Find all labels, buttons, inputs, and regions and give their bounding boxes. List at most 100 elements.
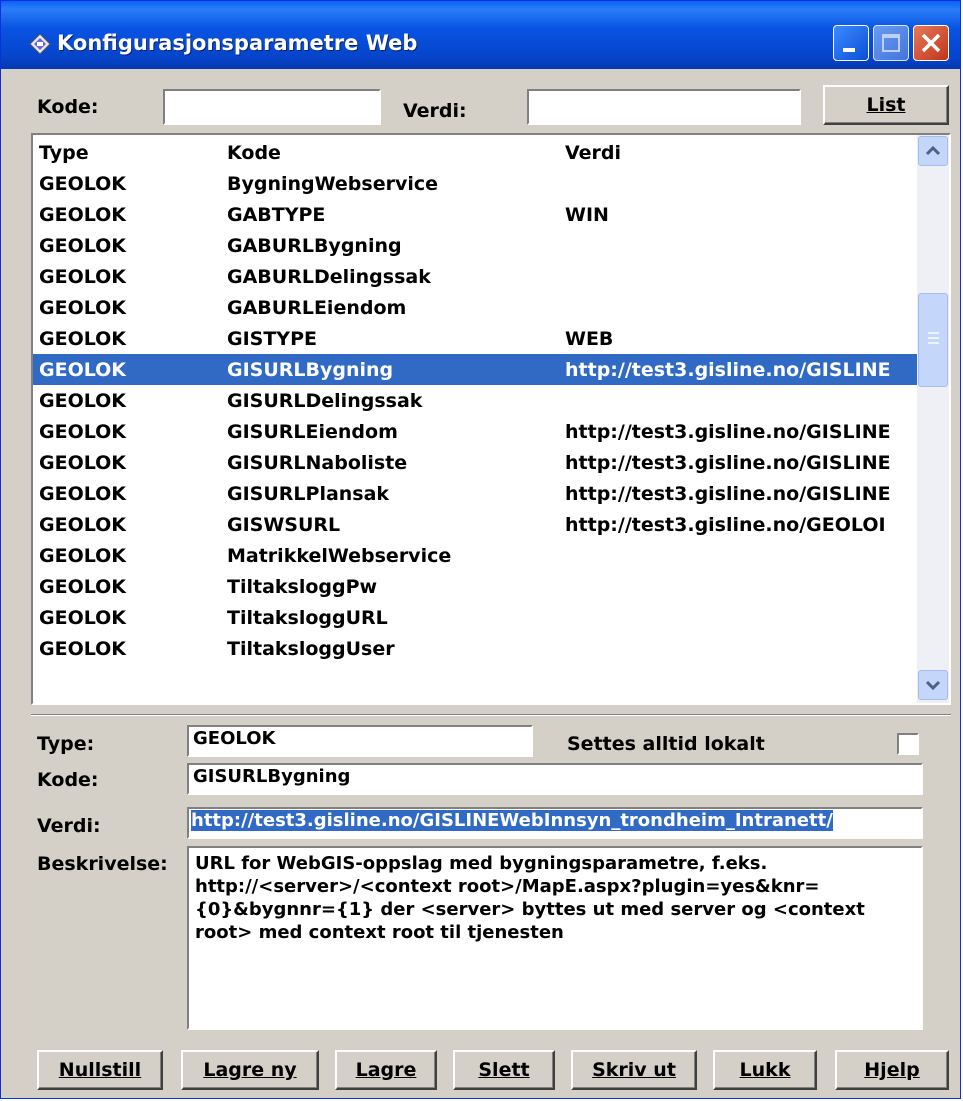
detail-type-input[interactable]: GEOLOK <box>187 725 533 757</box>
list-header: Type Kode Verdi <box>33 135 917 167</box>
cell-kode: TiltaksloggPw <box>227 576 378 598</box>
cell-type: GEOLOK <box>39 173 127 195</box>
cell-kode: GABTYPE <box>227 204 326 226</box>
lagre-ny-button[interactable]: Lagre ny <box>181 1050 319 1090</box>
filter-kode-label: Kode: <box>37 96 99 118</box>
detail-beskrivelse-textarea[interactable]: URL for WebGIS-oppslag med bygningsparam… <box>187 846 923 1030</box>
cell-kode: MatrikkelWebservice <box>227 545 452 567</box>
cell-type: GEOLOK <box>39 235 127 257</box>
table-row[interactable]: GEOLOK GISURLPlansak http://test3.gisline.… <box>33 478 917 509</box>
table-row[interactable]: GEOLOK GABTYPE WIN <box>33 199 917 230</box>
lukk-button[interactable]: Lukk <box>713 1050 817 1090</box>
lokalt-label: Settes alltid lokalt <box>567 733 765 755</box>
table-row[interactable]: GEOLOK GABURLDelingssak <box>33 261 917 292</box>
slett-button[interactable]: Slett <box>453 1050 555 1090</box>
app-icon <box>29 33 51 55</box>
cell-type: GEOLOK <box>39 421 127 443</box>
cell-verdi: WEB <box>565 328 614 350</box>
close-button[interactable] <box>913 25 949 61</box>
cell-kode: GISTYPE <box>227 328 317 350</box>
cell-verdi: http://test3.gisline.no/GISLINE <box>565 421 891 443</box>
minimize-button[interactable] <box>833 25 869 61</box>
cell-verdi: http://test3.gisline.no/GISLINE <box>565 483 891 505</box>
close-icon <box>921 33 941 53</box>
filter-verdi-input[interactable] <box>527 89 801 125</box>
detail-verdi-input[interactable]: http://test3.gisline.no/GISLINEWebInnsyn… <box>187 807 923 839</box>
cell-verdi: http://test3.gisline.no/GISLINE <box>565 452 891 474</box>
detail-kode-input[interactable]: GISURLBygning <box>187 763 923 795</box>
table-row[interactable]: GEOLOK GABURLBygning <box>33 230 917 261</box>
config-window: Konfigurasjonsparametre Web Kode: Verdi:… <box>0 0 961 1099</box>
filter-verdi-label: Verdi: <box>403 100 467 122</box>
window-title: Konfigurasjonsparametre Web <box>57 31 418 55</box>
table-row[interactable]: GEOLOK BygningWebservice <box>33 168 917 199</box>
table-row[interactable]: GEOLOK GISTYPE WEB <box>33 323 917 354</box>
header-kode[interactable]: Kode <box>227 142 281 164</box>
cell-type: GEOLOK <box>39 545 127 567</box>
hjelp-button[interactable]: Hjelp <box>835 1050 949 1090</box>
cell-verdi: http://test3.gisline.no/GEOLOI <box>565 514 886 536</box>
lokalt-checkbox[interactable] <box>897 733 919 755</box>
cell-type: GEOLOK <box>39 576 127 598</box>
table-row[interactable]: GEOLOK TiltaksloggPw <box>33 571 917 602</box>
table-row[interactable]: GEOLOK GISURLDelingssak <box>33 385 917 416</box>
table-row[interactable]: GEOLOK GISURLBygning http://test3.gisline.… <box>33 354 917 385</box>
cell-verdi: WIN <box>565 204 609 226</box>
chevron-down-icon <box>925 680 941 691</box>
cell-kode: GISURLPlansak <box>227 483 390 505</box>
cell-type: GEOLOK <box>39 328 127 350</box>
cell-kode: GABURLBygning <box>227 235 402 257</box>
header-type[interactable]: Type <box>39 142 89 164</box>
cell-type: GEOLOK <box>39 266 127 288</box>
cell-type: GEOLOK <box>39 204 127 226</box>
detail-verdi-label: Verdi: <box>37 815 101 837</box>
table-row[interactable]: GEOLOK TiltaksloggUser <box>33 633 917 664</box>
table-row[interactable]: GEOLOK GABURLEiendom <box>33 292 917 323</box>
detail-beskrivelse-label: Beskrivelse: <box>37 853 168 875</box>
table-row[interactable]: GEOLOK GISWSURL http://test3.gisline.no/GE… <box>33 509 917 540</box>
table-row[interactable]: GEOLOK GISURLNaboliste http://test3.gislin… <box>33 447 917 478</box>
cell-kode: TiltaksloggUser <box>227 638 395 660</box>
parameter-list[interactable]: Type Kode Verdi GEOLOK BygningWebservice G… <box>31 133 951 705</box>
divider <box>31 714 951 716</box>
table-row[interactable]: GEOLOK TiltaksloggURL <box>33 602 917 633</box>
chevron-up-icon <box>925 145 941 156</box>
table-row[interactable]: GEOLOK GISURLEiendom http://test3.gisline.… <box>33 416 917 447</box>
cell-kode: GABURLEiendom <box>227 297 407 319</box>
cell-kode: GISURLDelingssak <box>227 390 423 412</box>
title-bar[interactable]: Konfigurasjonsparametre Web <box>1 1 960 69</box>
detail-kode-label: Kode: <box>37 769 99 791</box>
cell-type: GEOLOK <box>39 483 127 505</box>
detail-type-label: Type: <box>37 733 95 755</box>
cell-type: GEOLOK <box>39 638 127 660</box>
scroll-down-button[interactable] <box>918 670 948 700</box>
cell-kode: GISWSURL <box>227 514 341 536</box>
lagre-button[interactable]: Lagre <box>335 1050 437 1090</box>
scroll-thumb[interactable] <box>918 293 948 387</box>
nullstill-button[interactable]: Nullstill <box>37 1050 163 1090</box>
detail-verdi-selected-text: http://test3.gisline.no/GISLINEWebInnsyn… <box>191 810 833 831</box>
maximize-button[interactable] <box>873 25 909 61</box>
cell-kode: GISURLNaboliste <box>227 452 408 474</box>
cell-kode: GISURLEiendom <box>227 421 398 443</box>
cell-kode: BygningWebservice <box>227 173 439 195</box>
skriv-ut-button[interactable]: Skriv ut <box>571 1050 697 1090</box>
scroll-up-button[interactable] <box>918 136 948 166</box>
cell-type: GEOLOK <box>39 514 127 536</box>
cell-type: GEOLOK <box>39 297 127 319</box>
header-verdi[interactable]: Verdi <box>565 142 621 164</box>
list-rows: GEOLOK BygningWebservice GEOLOK GABTYPE WIN G… <box>33 168 917 664</box>
cell-type: GEOLOK <box>39 607 127 629</box>
cell-type: GEOLOK <box>39 390 127 412</box>
cell-kode: GABURLDelingssak <box>227 266 431 288</box>
cell-kode: TiltaksloggURL <box>227 607 388 629</box>
filter-kode-input[interactable] <box>163 89 381 125</box>
cell-kode: GISURLBygning <box>227 359 394 381</box>
cell-type: GEOLOK <box>39 452 127 474</box>
list-button[interactable]: List <box>823 85 949 125</box>
list-button-label: List <box>866 94 906 116</box>
cell-type: GEOLOK <box>39 359 127 381</box>
table-row[interactable]: GEOLOK MatrikkelWebservice <box>33 540 917 571</box>
cell-verdi: http://test3.gisline.no/GISLINE <box>565 359 891 381</box>
list-scrollbar[interactable] <box>917 135 949 703</box>
